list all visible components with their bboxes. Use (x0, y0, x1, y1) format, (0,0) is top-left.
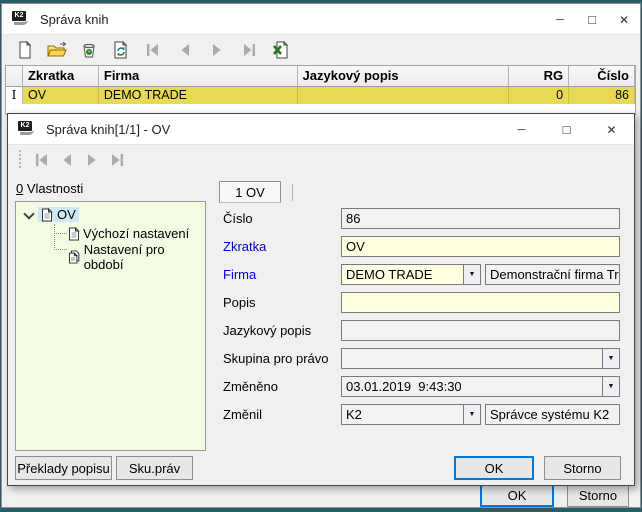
cell-zkratka: OV (23, 87, 99, 104)
nav-next-icon[interactable] (79, 148, 104, 172)
books-grid: Zkratka Firma Jazykový popis RG Číslo I … (5, 65, 636, 115)
cell-jazykovy-popis (298, 87, 510, 104)
minimize-icon[interactable] (544, 4, 576, 35)
label-popis: Popis (223, 295, 256, 310)
grid-header-firma[interactable]: Firma (98, 66, 298, 86)
excel-export-icon[interactable] (268, 38, 293, 62)
grid-header-rg[interactable]: RG (509, 66, 570, 86)
nav-last-icon[interactable] (104, 148, 129, 172)
tree-node-nastaveni-pro-obdobi[interactable]: Nastavení pro období (68, 242, 205, 272)
document-icon (69, 226, 80, 240)
close-icon[interactable] (589, 114, 634, 145)
main-storno-button[interactable]: Storno (567, 483, 629, 507)
tree-node-label: OV (57, 207, 76, 222)
firma-description-field: Demonstrační firma Trade, (485, 264, 620, 285)
cell-rg: 0 (509, 87, 570, 104)
dropdown-arrow-icon[interactable] (463, 405, 480, 424)
skupina-pro-pravo-combobox[interactable] (341, 348, 620, 369)
properties-tree: OV Výchozí nastavení Nastavení pro obdob… (15, 201, 206, 451)
new-document-icon[interactable] (12, 38, 37, 62)
tab-separator (292, 184, 293, 201)
tab-1-ov[interactable]: 1 OV (219, 181, 281, 203)
document-icon (42, 207, 53, 221)
nav-prev-icon[interactable] (172, 38, 197, 62)
documents-icon (68, 250, 80, 264)
nav-first-icon[interactable] (29, 148, 54, 172)
k2-app-icon: K2 (12, 11, 32, 27)
close-icon[interactable] (608, 4, 640, 35)
nav-prev-icon[interactable] (54, 148, 79, 172)
jazykovy-popis-field[interactable] (341, 320, 620, 341)
screen: K2 Správa knih ─ □ ✕ Zkratka Firma Jazyk… (0, 0, 642, 512)
chevron-down-icon[interactable] (24, 210, 33, 219)
grid-header-cislo[interactable]: Číslo (569, 66, 635, 86)
main-toolbar (2, 36, 640, 64)
zmenil-description-field: Správce systému K2 (485, 404, 620, 425)
dialog-title: Správa knih[1/1] - OV (46, 121, 171, 137)
tree-node-root[interactable]: OV (24, 207, 79, 222)
popis-field[interactable] (341, 292, 620, 313)
properties-label: 0 Vlastnosti (16, 181, 84, 196)
sku-prav-button[interactable]: Sku.práv (116, 456, 193, 480)
dialog-ok-button[interactable]: OK (454, 456, 534, 480)
main-window-controls (544, 4, 640, 35)
refresh-document-icon[interactable] (108, 38, 133, 62)
dropdown-arrow-icon[interactable] (602, 349, 619, 368)
label-jazykovy-popis: Jazykový popis (223, 323, 312, 338)
zmenil-combobox[interactable]: K2 (341, 404, 481, 425)
tree-node-label: Nastavení pro období (83, 242, 165, 272)
label-skupina-pro-pravo: Skupina pro právo (223, 351, 329, 366)
grid-header-indicator (6, 66, 23, 86)
recycle-bin-icon[interactable] (76, 38, 101, 62)
minimize-icon[interactable] (499, 114, 544, 145)
maximize-icon[interactable] (544, 114, 589, 145)
nav-last-icon[interactable] (236, 38, 261, 62)
main-window-title: Správa knih (40, 11, 109, 27)
cell-firma: DEMO TRADE (99, 87, 298, 104)
zmeneno-combobox[interactable]: 03.01.2019 9:43:30 (341, 376, 620, 397)
row-cursor-icon: I (6, 87, 23, 104)
nav-first-icon[interactable] (140, 38, 165, 62)
firma-combobox[interactable]: DEMO TRADE (341, 264, 481, 285)
dropdown-arrow-icon[interactable] (463, 265, 480, 284)
nav-next-icon[interactable] (204, 38, 229, 62)
dropdown-arrow-icon[interactable] (602, 377, 619, 396)
preklady-popisu-button[interactable]: Překlady popisu (15, 456, 112, 480)
label-firma[interactable]: Firma (223, 264, 256, 282)
label-zmeneno: Změněno (223, 379, 278, 394)
dialog-toolbar (8, 146, 634, 174)
zkratka-field[interactable]: OV (341, 236, 620, 257)
toolbar-gripper[interactable] (17, 150, 23, 170)
main-ok-button[interactable]: OK (480, 483, 554, 507)
tree-node-vychozi-nastaveni[interactable]: Výchozí nastavení (68, 226, 189, 241)
dialog-storno-button[interactable]: Storno (544, 456, 621, 480)
main-titlebar: K2 Správa knih (2, 4, 640, 35)
k2-app-icon: K2 (18, 121, 38, 137)
label-zkratka[interactable]: Zkratka (223, 236, 266, 254)
maximize-icon[interactable] (576, 4, 608, 35)
dialog-window-controls (499, 114, 634, 145)
cell-cislo: 86 (569, 87, 635, 104)
label-cislo: Číslo (223, 211, 253, 226)
table-row[interactable]: I OV DEMO TRADE 0 86 (6, 87, 635, 104)
grid-header-jazykovy-popis[interactable]: Jazykový popis (297, 66, 510, 86)
dialog-titlebar: K2 Správa knih[1/1] - OV (8, 114, 634, 145)
tree-node-label: Výchozí nastavení (83, 226, 190, 241)
grid-header: Zkratka Firma Jazykový popis RG Číslo (6, 66, 635, 87)
cislo-field[interactable]: 86 (341, 208, 620, 229)
detail-dialog: K2 Správa knih[1/1] - OV ─ □ ✕ 0 Vlastno… (7, 113, 635, 486)
label-zmenil: Změnil (223, 407, 263, 422)
grid-header-zkratka[interactable]: Zkratka (22, 66, 99, 86)
open-folder-icon[interactable] (44, 38, 69, 62)
